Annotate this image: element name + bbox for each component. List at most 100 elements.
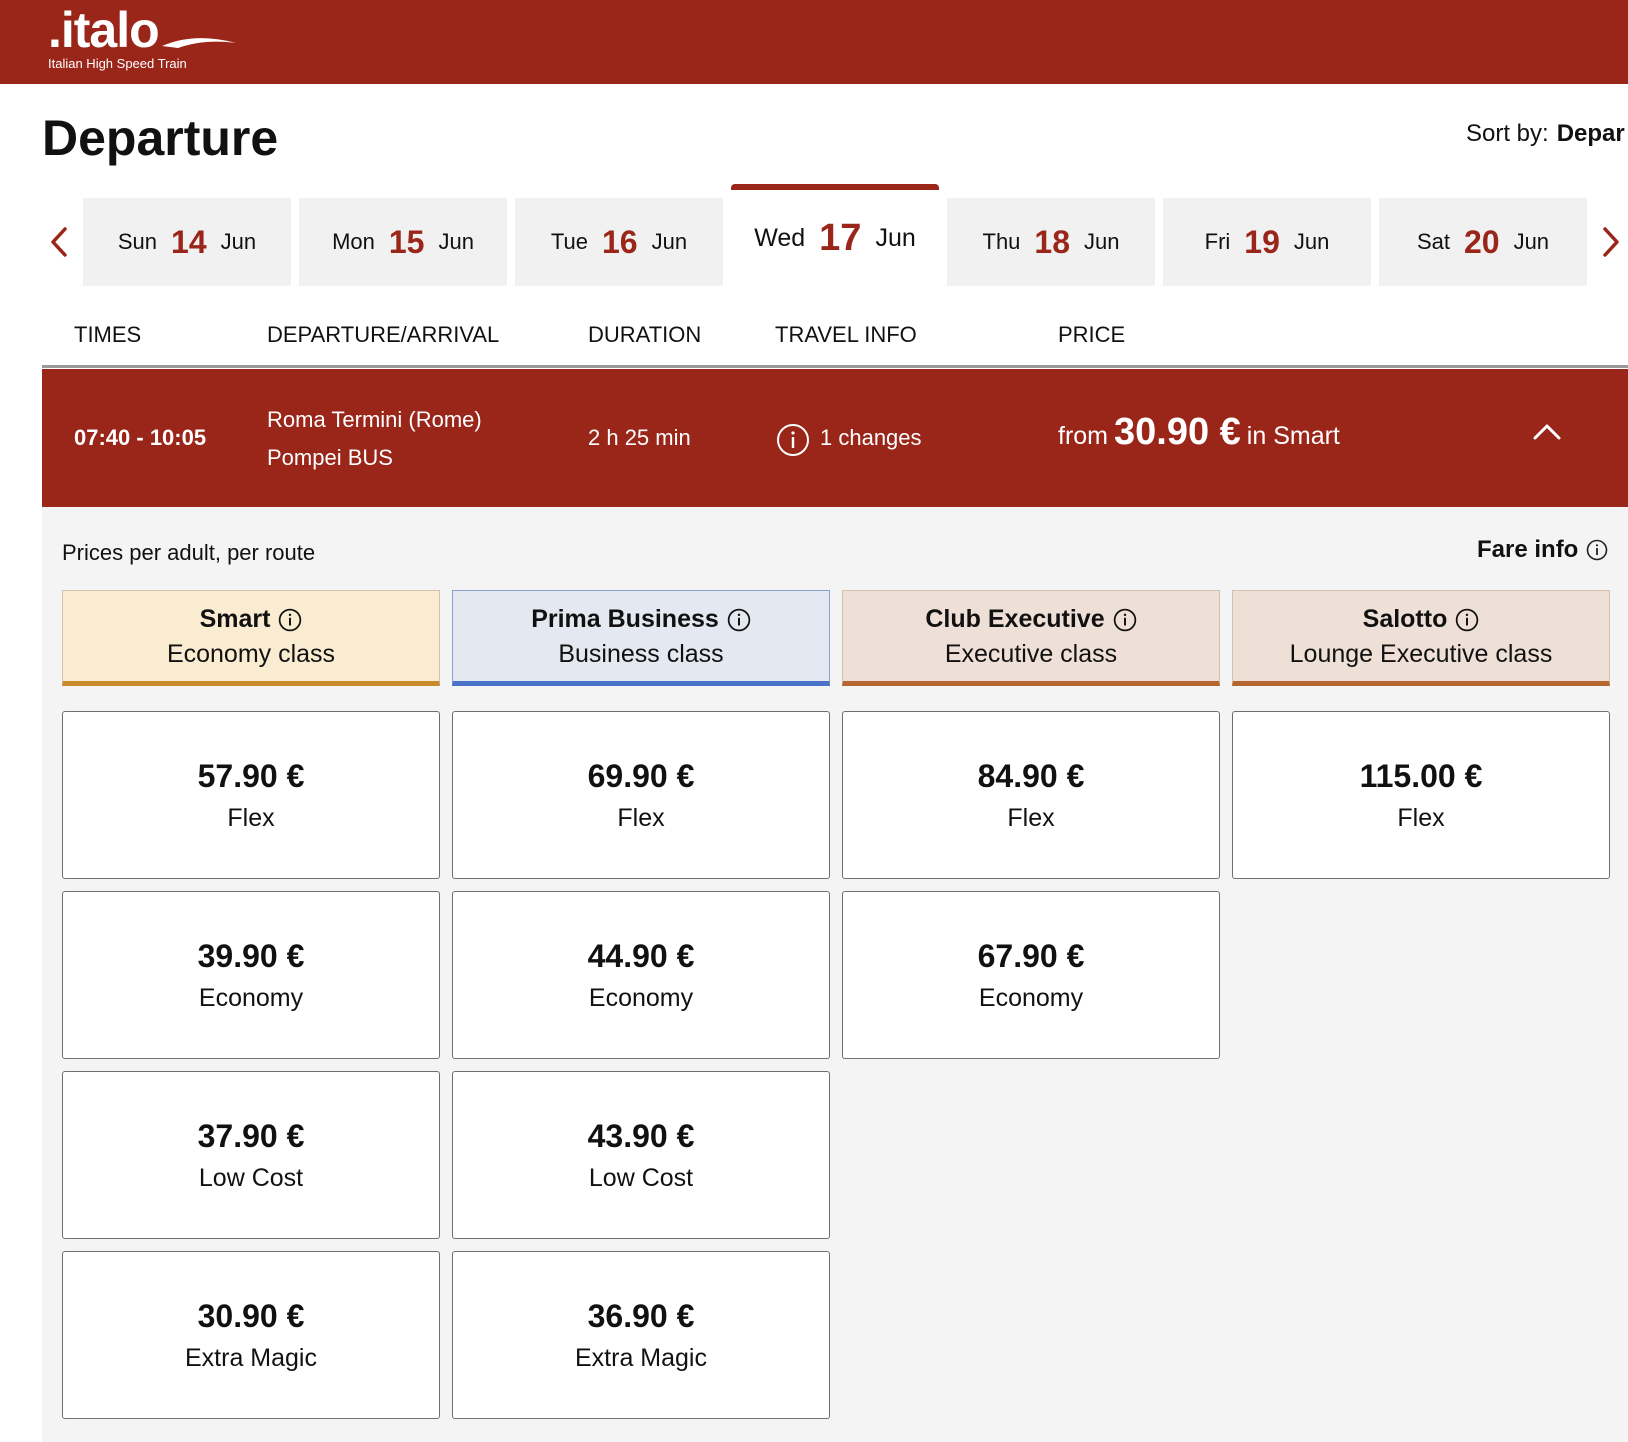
day-tab-dow: Fri [1204, 229, 1231, 254]
info-circle-icon[interactable] [1113, 608, 1137, 632]
fare-card-prima-business-economy[interactable]: 44.90 € Economy [452, 891, 830, 1059]
day-tab-tue-16[interactable]: Tue 16 Jun [515, 198, 723, 286]
fare-name: Extra Magic [185, 1344, 317, 1372]
fare-name: Flex [227, 804, 275, 832]
fare-name: Low Cost [198, 1164, 304, 1192]
sort-value[interactable]: Depar [1557, 120, 1625, 147]
fare-name: Economy [588, 984, 694, 1012]
sort-label: Sort by: [1466, 120, 1549, 147]
train-duration: 2 h 25 min [588, 425, 691, 450]
class-name: Smart [200, 605, 303, 634]
class-name-text: Salotto [1362, 605, 1448, 633]
info-circle-icon[interactable] [1455, 608, 1479, 632]
fare-amount: 37.90 € [197, 1118, 305, 1154]
fare-card-smart-low-cost[interactable]: 37.90 € Low Cost [62, 1071, 440, 1239]
fare-name: Flex [617, 804, 665, 832]
train-result-row[interactable]: 07:40 - 10:05 Roma Termini (Rome) Pompei… [42, 369, 1628, 507]
class-header-prima-business[interactable]: Prima Business Business class [452, 590, 830, 686]
fare-name: Flex [1007, 804, 1055, 832]
fare-name: Economy [978, 984, 1084, 1012]
class-subtitle: Lounge Executive class [1289, 640, 1553, 668]
day-tab-number: 19 [1244, 223, 1280, 260]
fare-card-smart-extra-magic[interactable]: 30.90 € Extra Magic [62, 1251, 440, 1419]
day-tab-dow: Thu [982, 229, 1021, 254]
logo-wordmark: .italo [48, 2, 160, 58]
sort-control[interactable]: Sort by: Depar [1466, 120, 1625, 148]
fare-amount: 67.90 € [977, 938, 1085, 974]
day-tab-thu-18[interactable]: Thu 18 Jun [947, 198, 1155, 286]
fare-amount: 36.90 € [587, 1298, 695, 1334]
day-tab-number: 18 [1034, 223, 1071, 260]
fare-amount: 39.90 € [197, 938, 305, 974]
price-suffix: in Smart [1246, 422, 1340, 450]
fare-amount: 30.90 € [197, 1298, 305, 1334]
class-subtitle: Executive class [944, 640, 1118, 668]
info-circle-icon[interactable] [278, 608, 302, 632]
fare-card-salotto-flex[interactable]: 115.00 € Flex [1232, 711, 1610, 879]
day-tab-month: Jun [651, 229, 688, 254]
fare-amount: 69.90 € [587, 758, 695, 794]
prices-note: Prices per adult, per route [62, 540, 316, 565]
fare-name: Flex [1397, 804, 1445, 832]
fare-name: Low Cost [588, 1164, 694, 1192]
class-name-text: Prima Business [531, 605, 719, 633]
departure-station: Roma Termini (Rome) [267, 407, 482, 432]
day-tab-month: Jun [1293, 229, 1330, 254]
fare-card-prima-business-low-cost[interactable]: 43.90 € Low Cost [452, 1071, 830, 1239]
info-circle-icon[interactable] [727, 608, 751, 632]
fare-card-smart-economy[interactable]: 39.90 € Economy [62, 891, 440, 1059]
class-name-text: Smart [199, 605, 271, 633]
day-tab-month: Jun [1513, 229, 1550, 254]
arrival-station: Pompei BUS [267, 445, 393, 470]
day-tab-number: 16 [602, 223, 638, 260]
fare-card-club-executive-economy[interactable]: 67.90 € Economy [842, 891, 1220, 1059]
train-times: 07:40 - 10:05 [74, 425, 207, 450]
class-header-smart[interactable]: Smart Economy class [62, 590, 440, 686]
fare-amount: 44.90 € [587, 938, 695, 974]
day-tab-wed-17-selected[interactable]: Wed 17 Jun [731, 184, 939, 286]
class-header-salotto[interactable]: Salotto Lounge Executive class [1232, 590, 1610, 686]
day-tab-number: 20 [1463, 223, 1500, 260]
fare-card-prima-business-extra-magic[interactable]: 36.90 € Extra Magic [452, 1251, 830, 1419]
day-tab-sat-20[interactable]: Sat 20 Jun [1379, 198, 1587, 286]
fare-info-link[interactable]: Fare info [1477, 536, 1608, 564]
fare-info-label: Fare info [1477, 536, 1579, 563]
class-name: Salotto [1363, 605, 1480, 634]
col-header-duration: DURATION [588, 322, 702, 347]
info-circle-icon[interactable] [776, 423, 810, 462]
day-tab-number: 15 [388, 223, 425, 260]
price-prefix: from [1058, 422, 1108, 450]
day-tab-dow: Sun [117, 229, 158, 254]
day-tab-dow: Wed [754, 223, 806, 252]
class-name-text: Club Executive [925, 605, 1105, 633]
fare-card-club-executive-flex[interactable]: 84.90 € Flex [842, 711, 1220, 879]
class-subtitle: Business class [558, 640, 724, 668]
class-name: Club Executive [925, 605, 1136, 634]
collapse-chevron-up-icon[interactable] [1532, 421, 1562, 446]
day-tab-dow: Sat [1416, 229, 1450, 254]
day-tab-fri-19[interactable]: Fri 19 Jun [1163, 198, 1371, 286]
price-value: 30.90 € [1114, 411, 1241, 453]
fare-card-prima-business-flex[interactable]: 69.90 € Flex [452, 711, 830, 879]
day-tab-sun-14[interactable]: Sun 14 Jun [83, 198, 291, 286]
fare-name: Economy [198, 984, 304, 1012]
fare-amount: 43.90 € [587, 1118, 695, 1154]
fare-amount: 115.00 € [1359, 758, 1483, 794]
day-tab-number: 17 [819, 216, 862, 259]
col-header-travel-info: TRAVEL INFO [775, 322, 917, 347]
col-header-price: PRICE [1058, 322, 1126, 347]
fare-name: Extra Magic [575, 1344, 707, 1372]
train-changes[interactable]: 1 changes [820, 425, 922, 451]
day-tab-month: Jun [438, 229, 474, 254]
prev-day-chevron-icon[interactable] [44, 222, 74, 262]
top-bar: .italo Italian High Speed Train [0, 0, 1628, 84]
class-header-club-executive[interactable]: Club Executive Executive class [842, 590, 1220, 686]
next-day-chevron-icon[interactable] [1596, 222, 1626, 262]
info-circle-icon [1587, 539, 1608, 561]
fare-card-smart-flex[interactable]: 57.90 € Flex [62, 711, 440, 879]
day-tab-dow: Tue [550, 229, 588, 254]
col-header-times: TIMES [74, 322, 142, 347]
page-title: Departure [42, 110, 279, 166]
italo-logo[interactable]: .italo Italian High Speed Train [48, 2, 236, 71]
day-tab-mon-15[interactable]: Mon 15 Jun [299, 198, 507, 286]
